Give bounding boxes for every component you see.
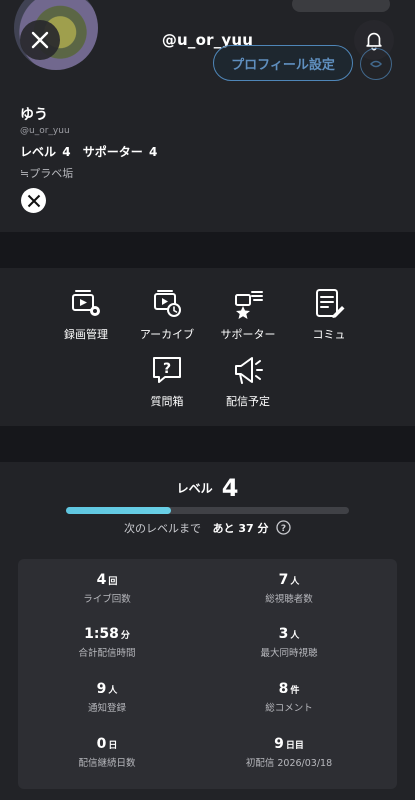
help-button[interactable]: ?	[276, 520, 291, 538]
stat-value: 4	[96, 572, 107, 588]
supporter-icon	[229, 284, 267, 322]
stat-total-comments: 8件 総コメント	[214, 678, 364, 714]
menu-item-recording[interactable]: 録画管理	[46, 284, 126, 342]
menu-item-supporter[interactable]: サポーター	[208, 284, 288, 342]
profile-card: @u_or_yuu プロフィール設定 ゆう @u_or_yuu レベル 4 サポ…	[0, 0, 415, 232]
stat-live-count: 4回 ライブ回数	[32, 569, 182, 605]
svg-text:?: ?	[163, 361, 171, 377]
share-button[interactable]	[360, 48, 392, 80]
stat-label: 最大同時視聴	[260, 648, 318, 659]
display-name: ゆう	[20, 107, 48, 123]
stat-value: 7	[278, 572, 289, 588]
user-id: @u_or_yuu	[20, 126, 70, 136]
stat-value: 0	[96, 736, 107, 752]
menu-item-archive[interactable]: アーカイブ	[127, 284, 207, 342]
stat-unit: 人	[108, 686, 118, 696]
menu-item-community[interactable]: コミュ	[289, 284, 369, 342]
next-level-remaining: あと 37 分	[212, 522, 269, 535]
stat-value: 3	[278, 626, 289, 642]
stat-unit: 件	[290, 686, 300, 696]
stat-label: 総コメント	[265, 703, 313, 714]
stat-unit: 回	[108, 577, 118, 587]
level-heading-value: 4	[221, 474, 239, 502]
share-icon	[369, 60, 383, 68]
x-logo-icon	[27, 194, 40, 207]
svg-text:?: ?	[281, 524, 286, 534]
community-icon	[310, 284, 348, 322]
level-value: 4	[62, 145, 71, 159]
stat-unit: 人	[290, 577, 300, 587]
help-icon: ?	[276, 520, 291, 535]
supporter-value: 4	[148, 145, 158, 159]
menu-label-broadcast-schedule: 配信予定	[226, 395, 270, 408]
menu-item-broadcast-schedule[interactable]: 配信予定	[208, 351, 288, 409]
header-title: @u_or_yuu	[161, 31, 254, 49]
menu-label-archive: アーカイブ	[139, 328, 195, 341]
stats-grid: 4回 ライブ回数 7人 総視聴者数 1:58 分 合計配信時間 3人 最大同時視聴…	[18, 559, 397, 789]
next-level-info: 次のレベルまで あと 37 分 ?	[0, 520, 415, 538]
x-link-button[interactable]	[21, 188, 46, 213]
menu-label-supporter: サポーター	[220, 328, 276, 341]
stat-label: 配信継続日数	[78, 758, 136, 769]
menu-card: 録画管理 アーカイブ サポーター コミュ ? 質問箱 配信予定	[0, 268, 415, 426]
stat-days-since-first: 9 日目 初配信 2026/03/18	[214, 733, 364, 769]
stat-label: 通知登録	[87, 703, 126, 714]
stat-unit: 分	[120, 631, 130, 641]
stat-total-broadcast-time: 1:58 分 合計配信時間	[32, 623, 182, 659]
stat-max-concurrent: 3人 最大同時視聴	[214, 623, 364, 659]
stat-label: 総視聴者数	[265, 594, 313, 605]
archive-icon	[148, 284, 186, 322]
level-heading-label: レベル	[176, 481, 213, 496]
level-progress-bar	[66, 507, 349, 514]
question-box-icon: ?	[148, 351, 186, 389]
profile-settings-button[interactable]: プロフィール設定	[213, 45, 353, 81]
level-heading: レベル 4	[0, 474, 415, 502]
stat-unit: 日目	[285, 741, 304, 751]
menu-label-community: コミュ	[312, 328, 346, 341]
level-label: レベル	[20, 145, 57, 159]
level-summary: レベル 4 サポーター 4	[20, 143, 159, 160]
broadcast-schedule-icon	[229, 351, 267, 389]
profile-tagline: ≒プラベ垢	[20, 167, 74, 180]
stat-label: 合計配信時間	[78, 648, 136, 659]
stat-value: 9	[96, 681, 107, 697]
recording-manage-icon	[67, 284, 105, 322]
supporter-label: サポーター	[82, 145, 143, 159]
menu-label-recording: 録画管理	[64, 328, 108, 341]
next-level-label: 次のレベルまで	[124, 522, 202, 535]
stats-card: レベル 4 次のレベルまで あと 37 分 ? 4回 ライブ回数 7人 総視聴者…	[0, 462, 415, 800]
menu-label-question-box: 質問箱	[150, 395, 184, 408]
stat-unit: 人	[290, 631, 300, 641]
stat-unit: 日	[108, 741, 118, 751]
stat-value: 1:58	[84, 626, 119, 642]
stat-value: 8	[278, 681, 289, 697]
stat-label: 初配信 2026/03/18	[245, 758, 333, 769]
level-progress-fill	[66, 507, 171, 514]
stat-total-viewers: 7人 総視聴者数	[214, 569, 364, 605]
stat-value: 9	[274, 736, 284, 752]
stat-notification-subscribers: 9人 通知登録	[32, 678, 182, 714]
header-background-strip	[292, 0, 390, 12]
stat-label: ライブ回数	[83, 594, 131, 605]
menu-item-question-box[interactable]: ? 質問箱	[127, 351, 207, 409]
stat-streak-days: 0日 配信継続日数	[32, 733, 182, 769]
